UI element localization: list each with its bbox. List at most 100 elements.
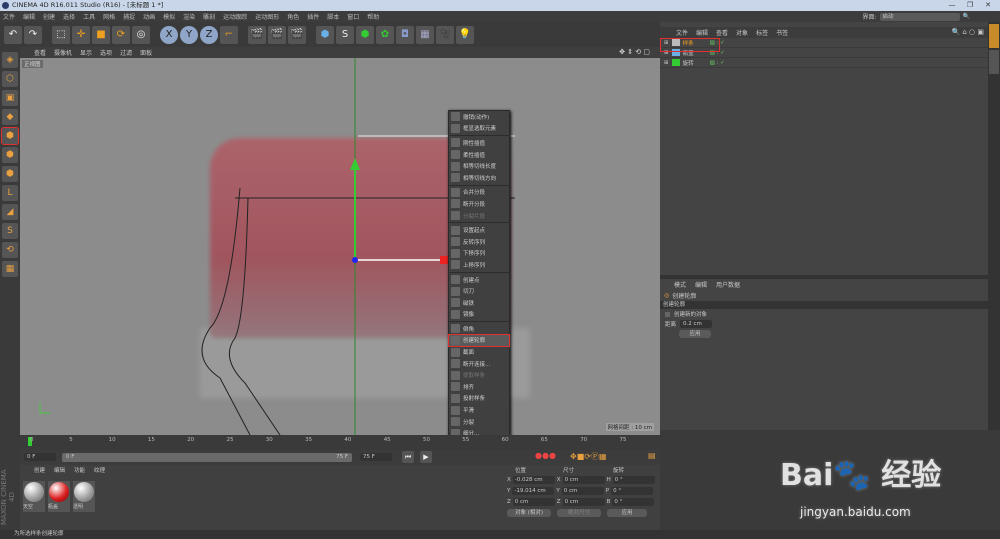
context-menu-item[interactable]: 镜像 [449, 309, 509, 321]
context-menu-item[interactable]: 磁铁 [449, 297, 509, 309]
timeline-button[interactable]: ▤ [648, 451, 656, 460]
menu-item[interactable]: 角色 [287, 12, 299, 21]
planar-workplane-button[interactable]: ▦ [2, 261, 18, 277]
rotation-field[interactable]: 0 ° [612, 497, 655, 506]
render-view-button[interactable]: 🎬 [248, 25, 266, 44]
context-menu-item[interactable]: 相等切线长度 [449, 160, 509, 172]
viewport-menu-item[interactable]: 显示 [80, 48, 92, 57]
make-editable-button[interactable]: ◈ [2, 52, 18, 68]
z-axis-button[interactable]: Z [200, 25, 218, 44]
recent-tool-button[interactable]: ◎ [132, 25, 150, 44]
menu-item[interactable]: 插件 [307, 12, 319, 21]
context-menu-item[interactable]: 断开连接... [449, 358, 509, 370]
context-menu-item[interactable]: 投射样条 [449, 393, 509, 405]
object-manager-tab[interactable]: 查看 [716, 28, 728, 37]
material-swatch[interactable]: 瓶盖 [48, 481, 70, 512]
polygons-mode-button[interactable]: ⬢ [2, 166, 18, 182]
context-menu-item[interactable]: 创建轮廓 [448, 333, 510, 348]
menu-item[interactable]: 文件 [3, 12, 15, 21]
position-field[interactable]: -19.014 cm [512, 486, 555, 495]
menu-item[interactable]: 运动图形 [255, 12, 279, 21]
camera-icon[interactable]: 🎥 [436, 25, 454, 44]
menu-item[interactable]: 动画 [143, 12, 155, 21]
play-button[interactable]: ▶ [420, 451, 432, 463]
context-menu-item[interactable]: 倒角 [449, 323, 509, 335]
minimize-button[interactable]: — [944, 0, 960, 11]
context-menu-item[interactable]: 合并分段 [449, 187, 509, 199]
coordinate-mode-dropdown[interactable]: 对象 (相对) [507, 508, 551, 517]
attributes-tab[interactable]: 用户数据 [716, 280, 740, 289]
end-frame-field[interactable]: 75 F [360, 453, 392, 461]
goto-start-button[interactable]: ⏮ [402, 451, 414, 463]
material-swatch[interactable]: 天空 [23, 481, 45, 512]
context-menu-item[interactable]: 框显选取元素 [449, 123, 509, 135]
move-button[interactable]: ✛ [72, 25, 90, 44]
object-manager-icons[interactable]: 🔍 ⌂ ○ ▣ [951, 28, 984, 36]
viewport-menu-item[interactable]: 过滤 [120, 48, 132, 57]
material-menu-item[interactable]: 纹理 [94, 466, 105, 474]
deformer-icon[interactable]: ◘ [396, 25, 414, 44]
scale-button[interactable]: ■ [92, 25, 110, 44]
size-mode-dropdown[interactable]: 绝对尺寸 [557, 508, 601, 517]
context-menu-item[interactable]: 排齐 [449, 381, 509, 393]
context-menu-item[interactable]: 切刀 [449, 285, 509, 297]
size-field[interactable]: 0 cm [561, 486, 604, 495]
expand-icon[interactable]: ⊞ [664, 60, 669, 66]
context-menu-item[interactable]: 提取样条 [449, 369, 509, 381]
render-settings-button[interactable]: 🎬 [288, 25, 306, 44]
distance-input[interactable]: 0.2 cm [680, 320, 713, 328]
object-manager-tab[interactable]: 对象 [736, 28, 748, 37]
texture-mode-button[interactable]: ▣ [2, 90, 18, 106]
apply-button[interactable]: 应用 [679, 330, 711, 338]
viewport[interactable]: 正视图 网格间距 : 10 cm [20, 58, 660, 435]
context-menu-item[interactable]: 相等切线方向 [449, 172, 509, 184]
undo-button[interactable]: ↶ [4, 25, 22, 44]
live-selection-button[interactable]: ⬚ [52, 25, 70, 44]
material-menu-item[interactable]: 编辑 [54, 466, 65, 474]
model-mode-button[interactable]: ⬡ [2, 71, 18, 87]
menu-item[interactable]: 帮助 [367, 12, 379, 21]
subdivision-icon[interactable]: ⬢ [356, 25, 374, 44]
viewport-menu-item[interactable]: 查看 [34, 48, 46, 57]
viewport-menu-item[interactable]: 选项 [100, 48, 112, 57]
x-axis-button[interactable]: X [160, 25, 178, 44]
edges-mode-button[interactable]: ⬢ [2, 147, 18, 163]
position-field[interactable]: 0 cm [512, 497, 555, 506]
interface-dropdown[interactable]: 启动 [879, 12, 960, 21]
close-button[interactable]: ✕ [980, 0, 996, 11]
key-type-buttons[interactable]: ✥■⟳Ⓟ▦ [570, 451, 607, 462]
search-icon[interactable]: 🔍 [963, 13, 970, 20]
keyframe-buttons[interactable]: ●●● [535, 451, 556, 460]
rotate-button[interactable]: ⟳ [112, 25, 130, 44]
menu-item[interactable]: 编辑 [23, 12, 35, 21]
lock-workplane-button[interactable]: ⟲ [2, 242, 18, 258]
rotation-field[interactable]: 0 ° [611, 486, 654, 495]
workplane-mode-button[interactable]: ◆ [2, 109, 18, 125]
coordinates-apply-button[interactable]: 应用 [607, 508, 647, 517]
menu-item[interactable]: 运动跟踪 [223, 12, 247, 21]
attributes-tab[interactable]: 模式 [674, 280, 686, 289]
material-menu-item[interactable]: 功能 [74, 466, 85, 474]
attributes-tab[interactable]: 编辑 [695, 280, 707, 289]
menu-item[interactable]: 创建 [43, 12, 55, 21]
context-menu-item[interactable]: 截面 [449, 346, 509, 358]
menu-item[interactable]: 捕捉 [123, 12, 135, 21]
menu-item[interactable]: 网格 [103, 12, 115, 21]
context-menu-item[interactable]: 分裂片段 [449, 210, 509, 222]
viewport-menu-item[interactable]: 摄像机 [54, 48, 72, 57]
objects-tab[interactable] [989, 24, 999, 48]
object-name[interactable]: 旋转 [683, 59, 694, 67]
axis-mode-button[interactable]: L [2, 185, 18, 201]
object-manager-tab[interactable]: 编辑 [696, 28, 708, 37]
points-mode-button[interactable]: ⬢ [1, 127, 19, 145]
object-manager-tab[interactable]: 标签 [756, 28, 768, 37]
viewport-menu-item[interactable]: 面板 [140, 48, 152, 57]
visibility-check-icon[interactable]: ▨ : ✓ [710, 60, 725, 66]
size-field[interactable]: 0 cm [562, 497, 605, 506]
tweak-mode-button[interactable]: ◢ [2, 204, 18, 220]
viewport-nav-icons[interactable]: ✥ ⇕ ⟲ ▢ [619, 48, 650, 56]
menu-item[interactable]: 模拟 [163, 12, 175, 21]
menu-item[interactable]: 窗口 [347, 12, 359, 21]
object-manager-tab[interactable]: 书签 [776, 28, 788, 37]
light-icon[interactable]: 💡 [456, 25, 474, 44]
